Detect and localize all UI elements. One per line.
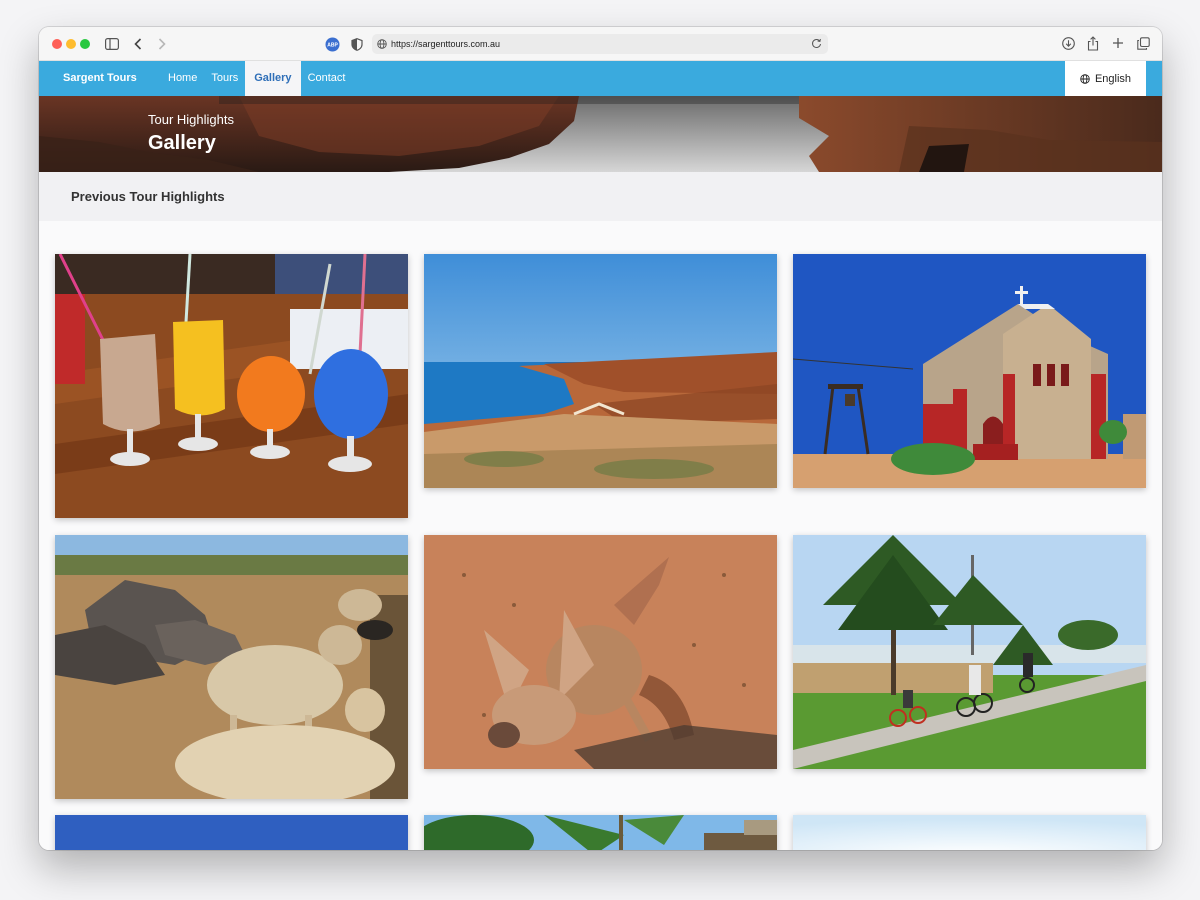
- site-brand[interactable]: Sargent Tours: [63, 61, 137, 96]
- hero-subtitle: Tour Highlights: [148, 112, 234, 127]
- reload-icon[interactable]: [811, 38, 822, 49]
- language-label: English: [1094, 72, 1132, 85]
- new-tab-icon[interactable]: [1111, 35, 1125, 51]
- adblock-extension-icon[interactable]: ABP: [324, 35, 340, 53]
- nav-tours[interactable]: Tours: [204, 61, 245, 96]
- gallery-photo-coastline[interactable]: [424, 254, 777, 488]
- nav-gallery[interactable]: Gallery: [245, 61, 301, 96]
- section-header: Previous Tour Highlights: [39, 172, 1162, 221]
- adblock-label: ABP: [327, 42, 338, 48]
- hero-title: Gallery: [148, 132, 216, 154]
- gallery-photo-bright-sky[interactable]: [793, 815, 1146, 850]
- privacy-shield-icon[interactable]: [350, 35, 364, 53]
- language-selector[interactable]: English: [1065, 61, 1146, 96]
- tab-overview-icon[interactable]: [1136, 35, 1150, 51]
- gallery-photo-kangaroo[interactable]: [424, 535, 777, 769]
- minimize-window-button[interactable]: [66, 39, 76, 49]
- site-navbar: Sargent Tours Home Tours Gallery Contact…: [39, 61, 1162, 96]
- sidebar-toggle-icon[interactable]: [103, 35, 121, 53]
- back-arrow-icon[interactable]: [131, 35, 145, 53]
- forward-arrow-icon[interactable]: [155, 35, 169, 53]
- hero-banner: Tour Highlights Gallery: [39, 96, 1162, 172]
- toolbar-right-actions: [1061, 35, 1150, 51]
- gallery-photo-drinks[interactable]: [55, 254, 408, 518]
- close-window-button[interactable]: [52, 39, 62, 49]
- nav-contact[interactable]: Contact: [301, 61, 353, 96]
- url-text: https://sargenttours.com.au: [391, 39, 501, 49]
- globe-icon: [377, 39, 387, 49]
- gallery-photo-sheep[interactable]: [55, 535, 408, 799]
- downloads-icon[interactable]: [1061, 35, 1075, 51]
- browser-toolbar: ABP https://sargenttours.com.au: [39, 27, 1162, 61]
- address-bar[interactable]: https://sargenttours.com.au: [372, 34, 828, 54]
- nav-links: Home Tours Gallery Contact: [161, 61, 352, 96]
- gallery-photo-church[interactable]: [793, 254, 1146, 488]
- gallery-photo-sky[interactable]: [55, 815, 408, 850]
- share-icon[interactable]: [1086, 35, 1100, 51]
- photo-gallery: [39, 221, 1162, 850]
- gallery-photo-palms[interactable]: [424, 815, 777, 850]
- globe-icon: [1080, 73, 1090, 84]
- zoom-window-button[interactable]: [80, 39, 90, 49]
- nav-home[interactable]: Home: [161, 61, 204, 96]
- browser-window: ABP https://sargenttours.com.au Sargent …: [39, 27, 1162, 850]
- gallery-photo-cyclists[interactable]: [793, 535, 1146, 769]
- section-title: Previous Tour Highlights: [71, 189, 225, 204]
